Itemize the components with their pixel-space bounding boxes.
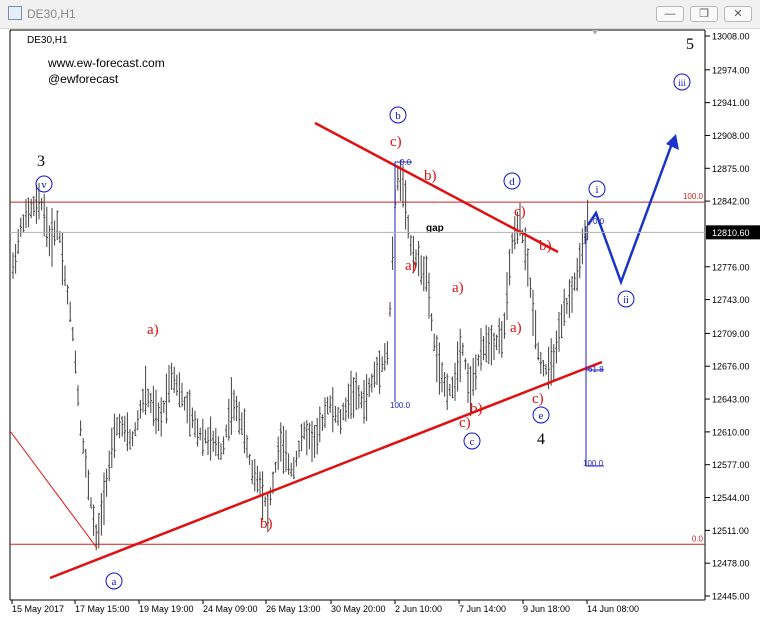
wave-circle-iii-text: iii xyxy=(678,78,686,88)
wave-circle-b-text: b xyxy=(395,110,401,122)
wave-circle-i: i xyxy=(588,180,606,198)
symbol-label: DE30,H1 xyxy=(27,35,68,46)
website-label: www.ew-forecast.com xyxy=(47,56,165,70)
y-tick-label: 12941.00 xyxy=(712,98,750,108)
wave-circle-a: a xyxy=(105,572,123,590)
wave-red-c-2: c) xyxy=(459,415,471,431)
y-tick-label: 12974.00 xyxy=(712,65,750,75)
wave-circle-c-text: c xyxy=(470,436,475,448)
window-title: DE30,H1 xyxy=(27,7,76,21)
x-tick-label: 14 Jun 08:00 xyxy=(587,604,639,614)
fib-label-0: 0.0 xyxy=(400,158,412,167)
chart-window-icon xyxy=(8,6,22,20)
y-tick-label: 12908.00 xyxy=(712,131,750,141)
wave-circle-v: v xyxy=(35,175,53,193)
y-tick-label: 12577.00 xyxy=(712,460,750,470)
wave-red-b-4: b) xyxy=(539,238,552,254)
wave-v-to-a-line xyxy=(9,430,98,549)
wave-circle-b: b xyxy=(389,106,407,124)
maximize-button[interactable]: ❐ xyxy=(690,6,718,22)
wave-circle-i-text: i xyxy=(595,184,598,196)
y-tick-label: 12776.00 xyxy=(712,262,750,272)
wave-red-b-2: b) xyxy=(424,168,437,184)
wave-red-c-3: c) xyxy=(514,204,526,220)
y-tick-label: 12511.00 xyxy=(712,526,749,536)
level-label: 0.0 xyxy=(692,534,704,543)
y-tick-label: 12875.00 xyxy=(712,164,750,174)
y-tick-label: 12709.00 xyxy=(712,329,750,339)
shift-marker-icon xyxy=(592,30,598,35)
wave-red-b-3: b) xyxy=(470,401,483,417)
current-price-label: 12810.60 xyxy=(712,228,750,238)
wave-circle-a-text: a xyxy=(112,576,117,588)
wave-red-a-2: a) xyxy=(405,258,417,274)
wave-label-5: 5 xyxy=(686,36,694,53)
fib-label-100-right: 100.0 xyxy=(583,459,604,468)
x-tick-label: 2 Jun 10:00 xyxy=(395,604,442,614)
time-axis: 15 May 2017 17 May 15:00 19 May 19:00 24 Ma… xyxy=(11,600,639,614)
x-tick-label: 19 May 19:00 xyxy=(139,604,194,614)
x-tick-label: 7 Jun 14:00 xyxy=(459,604,506,614)
x-tick-label: 9 Jun 18:00 xyxy=(523,604,570,614)
chart-window: DE30,H1 — ❐ ✕ DE30,H1 www.ew-forecast.co… xyxy=(0,0,760,626)
handle-label: @ewforecast xyxy=(48,72,119,86)
wave-red-a-1: a) xyxy=(147,322,159,338)
fib-label-100: 100.0 xyxy=(390,401,411,410)
wave-circle-d-text: d xyxy=(509,176,515,188)
price-chart: DE30,H1 www.ew-forecast.com @ewforecast … xyxy=(9,29,760,614)
minimize-button[interactable]: — xyxy=(656,6,684,22)
wave-label-4: 4 xyxy=(537,431,545,448)
wave-red-c-1: c) xyxy=(390,134,402,150)
price-bars xyxy=(11,159,589,551)
wave-circle-e-text: e xyxy=(539,410,544,422)
y-tick-label: 12676.00 xyxy=(712,362,750,372)
x-tick-label: 26 May 13:00 xyxy=(266,604,321,614)
y-tick-label: 12478.00 xyxy=(712,559,750,569)
x-tick-label: 17 May 15:00 xyxy=(75,604,130,614)
y-tick-label: 12743.00 xyxy=(712,295,750,305)
y-tick-label: 12445.00 xyxy=(712,592,750,602)
wave-circle-e: e xyxy=(532,406,550,424)
wave-red-b-1: b) xyxy=(260,516,273,532)
y-tick-label: 13008.00 xyxy=(712,32,750,42)
wave-label-3: 3 xyxy=(37,153,45,170)
forecast-arrow xyxy=(586,137,676,286)
y-tick-label: 12544.00 xyxy=(712,493,750,503)
wave-circle-c: c xyxy=(463,432,481,450)
price-axis: 13008.00 12974.00 12941.00 12908.00 12875.00… xyxy=(10,32,760,602)
wave-circle-ii-text: ii xyxy=(623,295,629,306)
wave-red-c-4: c) xyxy=(532,391,544,407)
wave-circle-iii: iii xyxy=(673,73,691,91)
x-tick-label: 24 May 09:00 xyxy=(203,604,258,614)
x-tick-label: 15 May 2017 xyxy=(12,604,64,614)
lower-trendline xyxy=(49,360,603,580)
wave-red-a-4: a) xyxy=(510,320,522,336)
wave-circle-d: d xyxy=(503,172,521,190)
x-tick-label: 30 May 20:00 xyxy=(331,604,386,614)
y-tick-label: 12643.00 xyxy=(712,395,750,405)
wave-circle-v-text: v xyxy=(41,179,47,191)
fib-label-61-8: 61.8 xyxy=(588,365,604,374)
forecast-arrowhead-icon xyxy=(666,134,679,150)
level-label: 100.0 xyxy=(683,192,704,201)
close-button[interactable]: ✕ xyxy=(724,6,752,22)
wave-circle-ii: ii xyxy=(617,290,635,308)
y-tick-label: 12610.00 xyxy=(712,427,750,437)
y-tick-label: 12842.00 xyxy=(712,197,750,207)
wave-red-a-3: a) xyxy=(452,280,464,296)
title-bar: DE30,H1 — ❐ ✕ xyxy=(0,0,760,29)
